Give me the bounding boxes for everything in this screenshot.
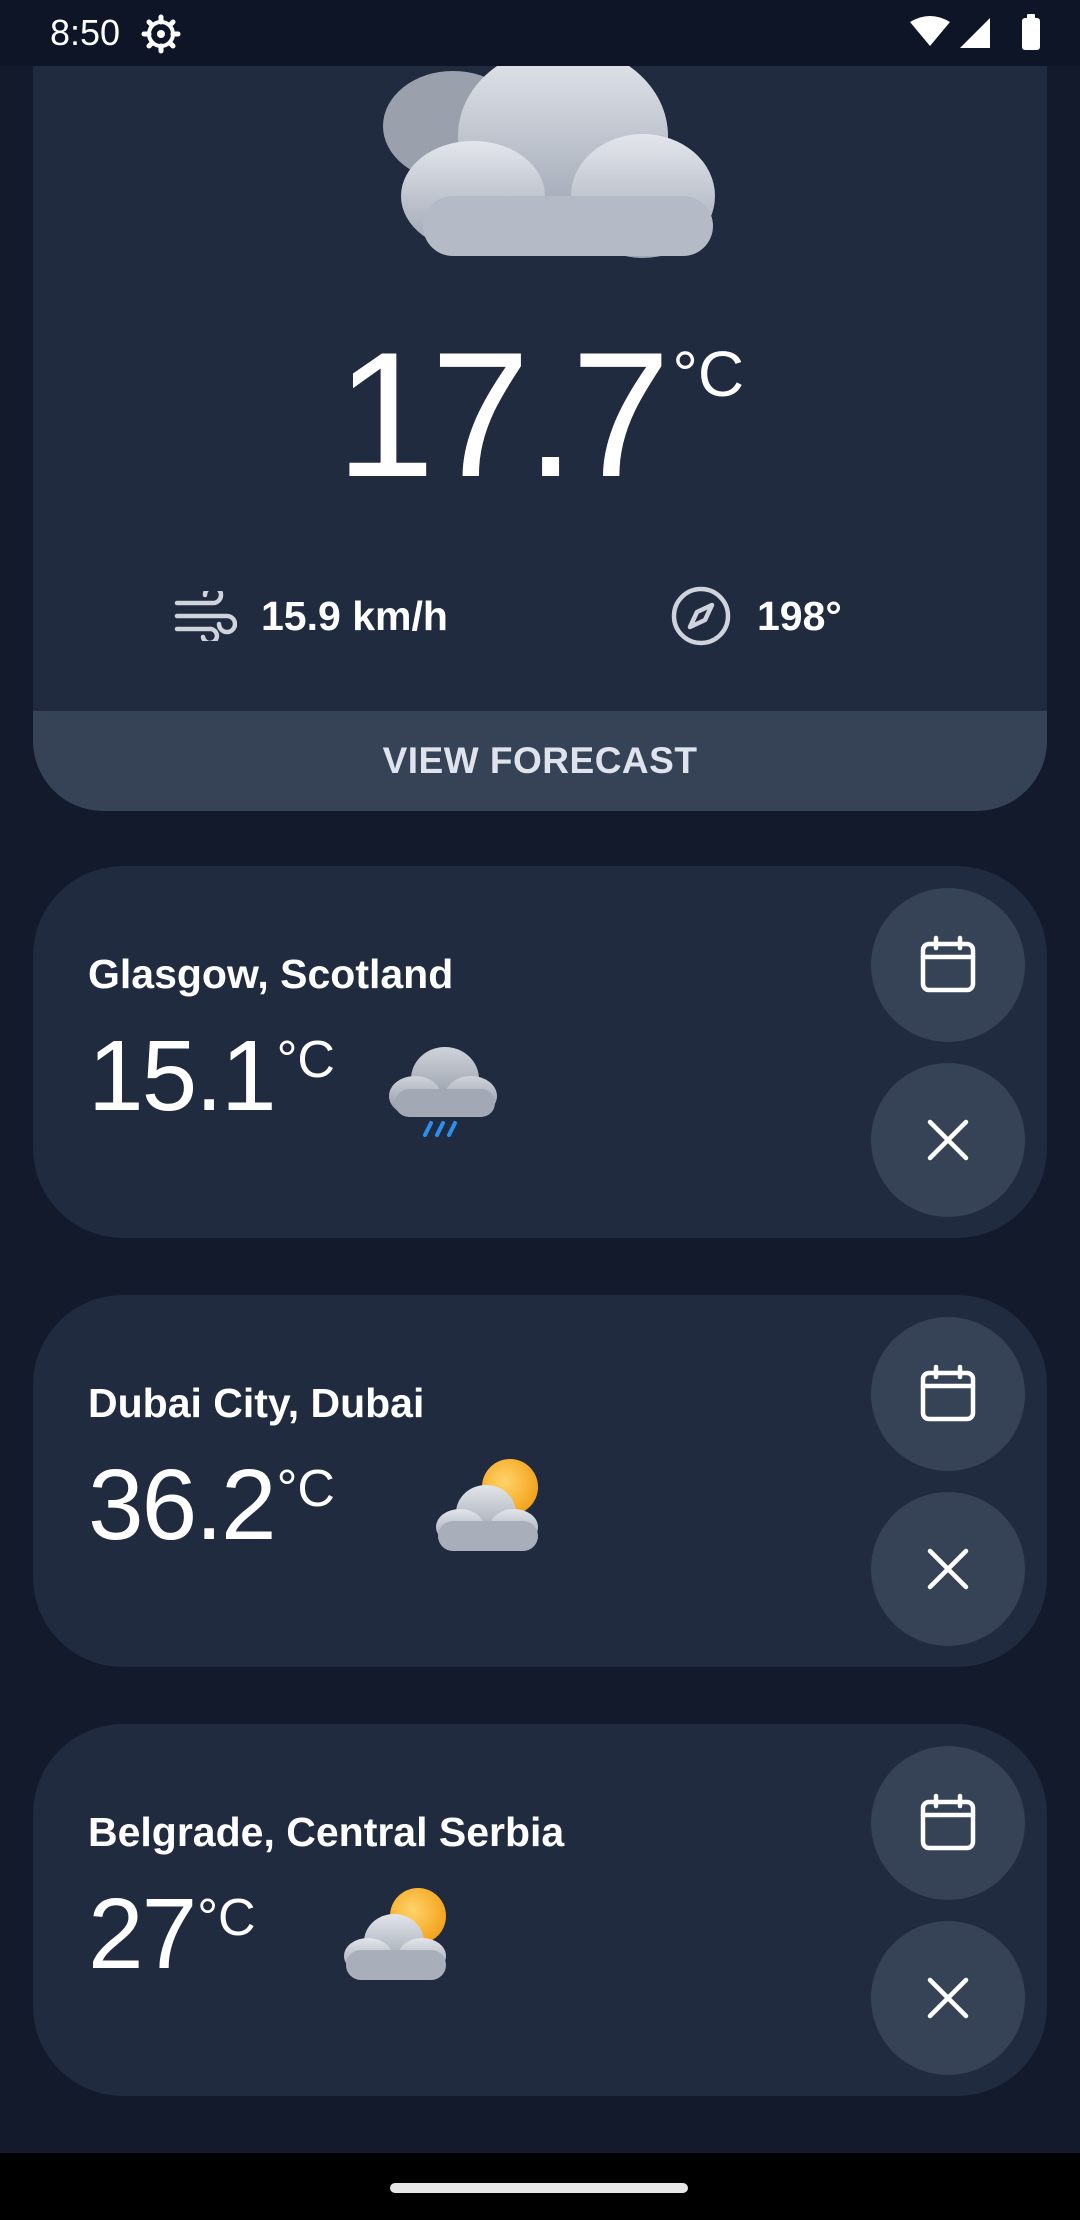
close-icon (927, 1119, 969, 1161)
city-temperature: 27 °C (88, 1884, 256, 1984)
wind-speed-value: 15.9 km/h (261, 592, 448, 639)
calendar-icon (920, 1793, 976, 1851)
wind-icon (174, 591, 237, 641)
current-temperature-unit: °C (672, 338, 745, 410)
wind-speed: 15.9 km/h (173, 581, 448, 651)
compass-icon (671, 586, 731, 646)
city-temperature-unit: °C (276, 1460, 335, 1518)
partly-cloudy-icon (344, 1888, 446, 1980)
status-time: 8:50 (50, 12, 121, 53)
settings-gear-icon (141, 14, 181, 54)
wifi-icon (910, 16, 950, 46)
rain-cloud-icon (389, 1047, 497, 1137)
calendar-icon (920, 1364, 976, 1422)
current-temperature-value: 17.7 (335, 315, 670, 514)
signal-icon (960, 18, 990, 48)
city-temperature-unit: °C (197, 1889, 256, 1947)
current-temperature: 17.7°C (33, 326, 1047, 504)
city-name: Glasgow, Scotland (88, 951, 454, 997)
status-icons (910, 14, 1040, 50)
city-temperature-value: 15.1 (88, 1020, 277, 1132)
navigation-bar (0, 2153, 1080, 2220)
partly-cloudy-icon (436, 1459, 538, 1551)
view-forecast-calendar-button[interactable] (871, 1317, 1025, 1471)
city-name: Dubai City, Dubai (88, 1380, 425, 1426)
close-icon (927, 1977, 969, 2019)
remove-city-button[interactable] (871, 1063, 1025, 1217)
city-card-belgrade[interactable]: Belgrade, Central Serbia 27 °C (33, 1724, 1047, 2096)
view-forecast-button[interactable]: VIEW FORECAST (33, 711, 1047, 811)
home-gesture-handle[interactable] (390, 2183, 688, 2193)
current-weather-card: 17.7°C 15.9 km/h 198° VIEW FORECAST (33, 66, 1047, 811)
status-bar: 8:50 (0, 0, 1080, 66)
city-temperature-value: 27 (88, 1878, 197, 1990)
city-name: Belgrade, Central Serbia (88, 1809, 565, 1855)
view-forecast-calendar-button[interactable] (871, 888, 1025, 1042)
view-forecast-calendar-button[interactable] (871, 1746, 1025, 1900)
remove-city-button[interactable] (871, 1492, 1025, 1646)
city-card-glasgow[interactable]: Glasgow, Scotland 15.1 °C (33, 866, 1047, 1238)
close-icon (927, 1548, 969, 1590)
city-temperature-unit: °C (276, 1031, 335, 1089)
wind-direction: 198° (669, 581, 842, 651)
remove-city-button[interactable] (871, 1921, 1025, 2075)
city-temperature: 15.1 °C (88, 1026, 335, 1126)
calendar-icon (920, 935, 976, 993)
city-temperature-value: 36.2 (88, 1449, 277, 1561)
battery-icon (1022, 18, 1040, 50)
cloudy-icon (383, 66, 715, 258)
city-temperature: 36.2 °C (88, 1455, 335, 1555)
wind-direction-value: 198° (757, 592, 842, 639)
weather-app-screen: 8:50 17.7°C 15.9 km/h 198° VIEW FORECAST… (0, 0, 1080, 2220)
city-card-dubai[interactable]: Dubai City, Dubai 36.2 °C (33, 1295, 1047, 1667)
